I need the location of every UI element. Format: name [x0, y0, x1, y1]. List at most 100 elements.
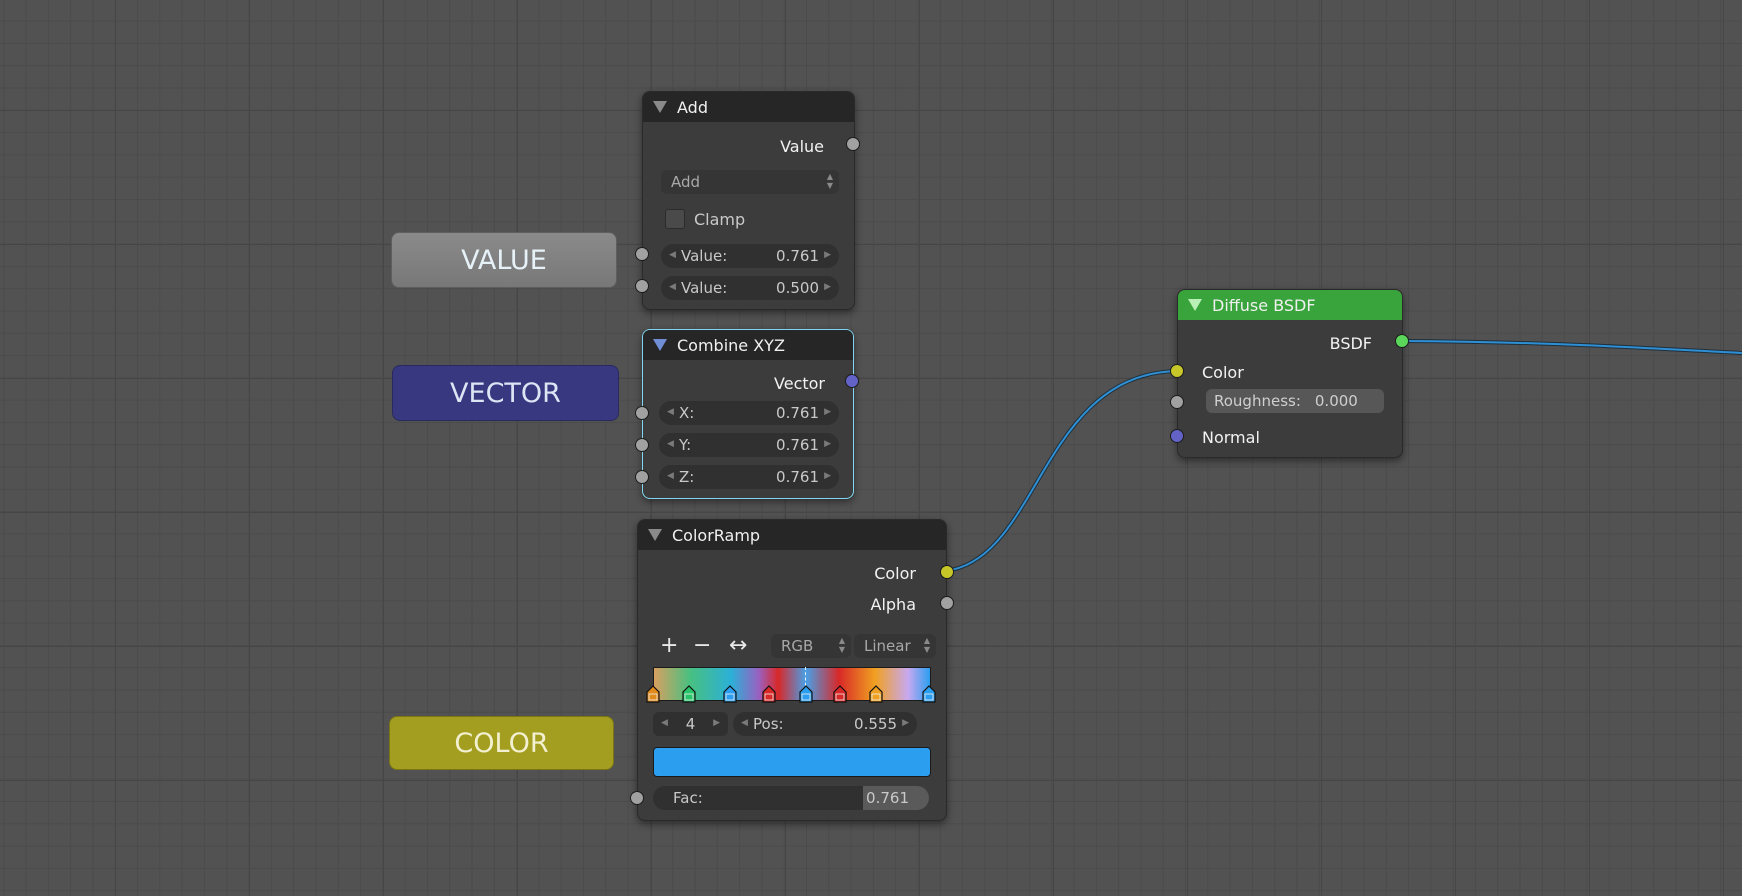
add-operation-dropdown[interactable]: Add ▲ ▼ — [661, 170, 839, 194]
clamp-checkbox[interactable] — [665, 209, 685, 229]
add-input-socket-1[interactable] — [635, 247, 649, 261]
updown-arrows-icon: ▲ ▼ — [838, 636, 845, 654]
decrement-arrow-icon[interactable]: ◀ — [667, 407, 674, 417]
link-diffuse-output[interactable] — [1401, 339, 1742, 355]
diffuse-bsdf-title: Diffuse BSDF — [1212, 295, 1316, 315]
combine-z-label: Z: — [679, 468, 695, 486]
color-stop-handle[interactable] — [646, 685, 660, 703]
roughness-field[interactable]: Roughness: 0.000 — [1206, 389, 1384, 413]
fac-value: 0.761 — [866, 789, 909, 807]
updown-arrows-icon: ▲ ▼ — [826, 172, 833, 190]
add-input-socket-2[interactable] — [635, 279, 649, 293]
increment-arrow-icon[interactable]: ▶ — [824, 282, 831, 292]
decrement-arrow-icon[interactable]: ◀ — [669, 282, 676, 292]
combine-output-label: Vector — [774, 374, 825, 393]
combine-z-value: 0.761 — [776, 468, 819, 486]
combine-xyz-header[interactable]: Combine XYZ — [643, 330, 853, 360]
combine-input-socket-y[interactable] — [635, 438, 649, 452]
diffuse-roughness-input-socket[interactable] — [1170, 395, 1184, 409]
collapse-triangle-icon[interactable] — [653, 101, 667, 113]
color-stop-handle[interactable] — [762, 685, 776, 703]
add-value1-value: 0.761 — [776, 247, 819, 265]
add-stop-icon[interactable]: + — [660, 633, 678, 658]
decrement-arrow-icon[interactable]: ◀ — [667, 471, 674, 481]
collapse-triangle-icon[interactable] — [648, 529, 662, 541]
colorramp-color-output-label: Color — [874, 564, 916, 583]
vector-frame-label[interactable]: VECTOR — [392, 365, 619, 421]
roughness-label: Roughness: — [1214, 392, 1301, 410]
increment-arrow-icon[interactable]: ▶ — [824, 471, 831, 481]
increment-arrow-icon[interactable]: ▶ — [824, 407, 831, 417]
diffuse-bsdf-node[interactable]: Diffuse BSDF BSDF Color Roughness: 0.000… — [1170, 289, 1409, 458]
diffuse-color-input-socket[interactable] — [1170, 364, 1184, 378]
flip-ramp-icon[interactable]: ↔ — [729, 633, 747, 658]
combine-x-value: 0.761 — [776, 404, 819, 422]
colorramp-color-output-socket[interactable] — [940, 565, 954, 579]
increment-arrow-icon[interactable]: ▶ — [713, 718, 720, 728]
stop-position-field[interactable]: ◀ Pos: 0.555 ▶ — [733, 712, 917, 736]
colorramp-alpha-output-socket[interactable] — [940, 596, 954, 610]
combine-y-field[interactable]: ◀ Y: 0.761 ▶ — [659, 433, 839, 457]
active-stop-index-field[interactable]: ◀ 4 ▶ — [653, 712, 728, 736]
add-output-socket[interactable] — [846, 137, 860, 151]
decrement-arrow-icon[interactable]: ◀ — [661, 718, 668, 728]
decrement-arrow-icon[interactable]: ◀ — [741, 718, 748, 728]
remove-stop-icon[interactable]: − — [693, 633, 711, 658]
decrement-arrow-icon[interactable]: ◀ — [667, 439, 674, 449]
add-node[interactable]: Add Value Add ▲ ▼ Clamp ◀ Value: 0.761 ▶ … — [635, 91, 860, 310]
value-frame-label[interactable]: VALUE — [391, 232, 617, 288]
clamp-label: Clamp — [694, 210, 746, 229]
combine-output-socket[interactable] — [845, 374, 859, 388]
color-stop-handle[interactable] — [869, 685, 883, 703]
diffuse-bsdf-output-label: BSDF — [1329, 334, 1372, 353]
active-stop-color-swatch[interactable] — [653, 747, 931, 777]
decrement-arrow-icon[interactable]: ◀ — [669, 250, 676, 260]
colorramp-header[interactable]: ColorRamp — [638, 520, 946, 550]
combine-input-socket-z[interactable] — [635, 470, 649, 484]
increment-arrow-icon[interactable]: ▶ — [824, 250, 831, 260]
color-frame-label[interactable]: COLOR — [389, 716, 614, 770]
increment-arrow-icon[interactable]: ▶ — [824, 439, 831, 449]
add-value2-label: Value: — [681, 279, 728, 297]
fac-field[interactable]: Fac: 0.761 — [653, 786, 929, 810]
link-colorramp-to-diffuse[interactable] — [944, 369, 1178, 573]
fac-label: Fac: — [673, 789, 703, 807]
add-node-header[interactable]: Add — [643, 92, 854, 122]
interpolation-dropdown[interactable]: Linear ▲ ▼ — [854, 634, 936, 658]
combine-input-socket-x[interactable] — [635, 406, 649, 420]
updown-arrows-icon: ▲ ▼ — [923, 636, 930, 654]
colorramp-fac-input-socket[interactable] — [630, 791, 644, 805]
combine-x-label: X: — [679, 404, 695, 422]
color-stop-handle[interactable] — [799, 685, 813, 703]
add-operation-value: Add — [671, 173, 701, 191]
color-stop-handle[interactable] — [833, 685, 847, 703]
collapse-triangle-icon[interactable] — [653, 339, 667, 351]
add-value1-field[interactable]: ◀ Value: 0.761 ▶ — [661, 244, 839, 268]
combine-xyz-title: Combine XYZ — [677, 335, 785, 355]
roughness-value: 0.000 — [1314, 392, 1358, 410]
add-value2-field[interactable]: ◀ Value: 0.500 ▶ — [661, 276, 839, 300]
colorramp-title: ColorRamp — [672, 525, 761, 545]
color-stop-handle[interactable] — [723, 685, 737, 703]
diffuse-normal-input-socket[interactable] — [1170, 429, 1184, 443]
colorramp-alpha-output-label: Alpha — [870, 595, 917, 614]
color-mode-dropdown[interactable]: RGB ▲ ▼ — [771, 634, 851, 658]
stop-position-label: Pos: — [753, 715, 784, 733]
increment-arrow-icon[interactable]: ▶ — [902, 718, 909, 728]
collapse-triangle-icon[interactable] — [1188, 299, 1202, 311]
combine-y-value: 0.761 — [776, 436, 819, 454]
combine-xyz-node[interactable]: Combine XYZ Vector ◀ X: 0.761 ▶ ◀ Y: 0.7… — [635, 329, 859, 499]
add-output-label: Value — [780, 137, 824, 156]
diffuse-normal-input-label: Normal — [1202, 428, 1260, 447]
colorramp-node[interactable]: ColorRamp Color Alpha + − ↔ RGB ▲ ▼ Linea… — [630, 519, 954, 821]
stop-position-value: 0.555 — [854, 715, 897, 733]
diffuse-bsdf-header[interactable]: Diffuse BSDF — [1178, 290, 1402, 320]
diffuse-color-input-label: Color — [1202, 363, 1244, 382]
combine-x-field[interactable]: ◀ X: 0.761 ▶ — [659, 401, 839, 425]
color-stop-handle[interactable] — [682, 685, 696, 703]
combine-z-field[interactable]: ◀ Z: 0.761 ▶ — [659, 465, 839, 489]
color-stop-handle[interactable] — [922, 685, 936, 703]
color-mode-value: RGB — [781, 637, 814, 655]
combine-y-label: Y: — [679, 436, 692, 454]
diffuse-bsdf-output-socket[interactable] — [1395, 334, 1409, 348]
